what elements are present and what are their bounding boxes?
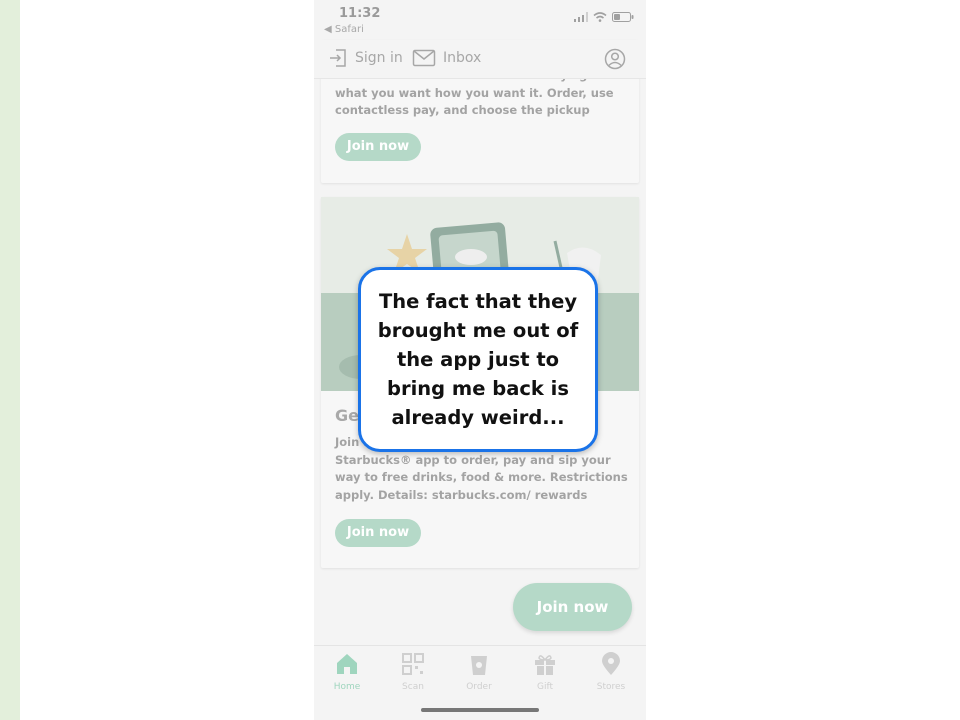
back-to-safari-link[interactable]: ◀ Safari [324, 24, 364, 35]
tab-scan[interactable]: Scan [380, 652, 446, 692]
top-nav-bar: Sign in Inbox [314, 40, 646, 79]
inbox-label: Inbox [443, 50, 482, 66]
qr-icon [402, 653, 424, 675]
tab-home-label: Home [333, 682, 361, 692]
wifi-icon [593, 12, 607, 22]
left-decor-stripe [0, 0, 20, 720]
inbox-icon [412, 49, 436, 67]
sign-in-icon [330, 49, 346, 67]
join-now-button-2[interactable]: Join now [335, 519, 421, 547]
signal-icon [574, 12, 588, 22]
status-icons [574, 12, 634, 22]
floating-join-now-button[interactable]: Join now [513, 583, 632, 631]
account-icon [604, 48, 626, 70]
location-pin-icon [602, 652, 620, 675]
sign-in-label: Sign in [355, 50, 403, 66]
tab-home[interactable]: Home [314, 652, 380, 692]
annotation-bubble: The fact that they brought me out of the… [358, 267, 598, 452]
tab-order[interactable]: Order [446, 652, 512, 692]
tab-gift-label: Gift [536, 682, 553, 692]
account-button[interactable] [604, 48, 626, 70]
battery-icon [612, 12, 634, 22]
tab-scan-label: Scan [402, 682, 424, 692]
gift-icon [535, 655, 555, 675]
inbox-button[interactable]: Inbox [412, 48, 481, 68]
annotation-text: The fact that they brought me out of the… [377, 290, 579, 429]
tab-stores[interactable]: Stores [578, 652, 644, 692]
status-time: 11:32 [339, 6, 381, 21]
sign-in-button[interactable]: Sign in [328, 48, 403, 68]
home-indicator [421, 708, 539, 712]
rewards-heading: Ge [335, 406, 359, 425]
join-now-button-1[interactable]: Join now [335, 133, 421, 161]
tab-order-label: Order [466, 682, 492, 692]
home-icon [337, 654, 357, 674]
tab-gift[interactable]: Gift [512, 652, 578, 692]
cup-icon [471, 656, 487, 675]
tab-stores-label: Stores [596, 682, 626, 692]
